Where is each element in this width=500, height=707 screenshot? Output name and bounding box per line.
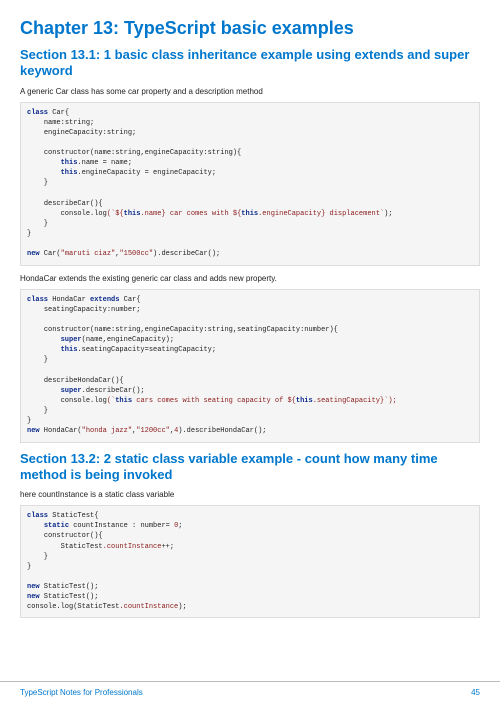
t: (name:string,engineCapacity:string,seati… xyxy=(90,326,338,334)
kw-super: super xyxy=(61,387,82,395)
t: (name:string,engineCapacity:string){ xyxy=(90,149,241,157)
t: .seatingCapacity xyxy=(77,346,144,354)
t: StaticTest{ xyxy=(48,512,98,520)
kw-this: this xyxy=(61,169,78,177)
t: name xyxy=(44,119,61,127)
t: cars comes with seating capacity of xyxy=(132,397,287,405)
t: constructor xyxy=(44,532,90,540)
t: constructor xyxy=(44,326,90,334)
t: console.log xyxy=(27,603,73,611)
section1-intro2: HondaCar extends the existing generic ca… xyxy=(20,274,480,283)
t: .name} xyxy=(140,210,165,218)
code-block-static: class StaticTest{ static countInstance :… xyxy=(20,505,480,618)
t: (StaticTest xyxy=(73,603,119,611)
t: = engineCapacity; xyxy=(140,169,216,177)
section-heading-1: Section 13.1: 1 basic class inheritance … xyxy=(20,47,480,80)
t: this xyxy=(115,397,132,405)
t: ); xyxy=(178,603,186,611)
t: StaticTest(); xyxy=(40,583,99,591)
str: "1200cc" xyxy=(136,427,170,435)
t: ).describeHondaCar(); xyxy=(178,427,266,435)
t: .countInstance xyxy=(119,603,178,611)
t: (`${ xyxy=(107,210,124,218)
t: HondaCar xyxy=(48,296,90,304)
kw-this: this xyxy=(124,210,141,218)
page-footer: TypeScript Notes for Professionals 45 xyxy=(0,681,500,707)
t: Car( xyxy=(40,250,61,258)
str: "maruti ciaz" xyxy=(61,250,116,258)
kw-new: new xyxy=(27,593,40,601)
kw-class: class xyxy=(27,296,48,304)
num: 0 xyxy=(174,522,178,530)
t: : number= xyxy=(132,522,174,530)
t: .engineCapacity xyxy=(77,169,140,177)
t: string xyxy=(65,119,90,127)
t: .countInstance xyxy=(103,543,162,551)
t: (name,engineCapacity); xyxy=(82,336,174,344)
t: string xyxy=(107,129,132,137)
t: .describeCar(); xyxy=(82,387,145,395)
section2-intro: here countInstance is a static class var… xyxy=(20,490,480,499)
kw-this: this xyxy=(61,159,78,167)
kw-static: static xyxy=(44,522,69,530)
t: console.log xyxy=(61,210,107,218)
kw-this: this xyxy=(296,397,313,405)
kw-super: super xyxy=(61,336,82,344)
t: =seatingCapacity; xyxy=(145,346,216,354)
kw-new: new xyxy=(27,427,40,435)
t: seatingCapacity xyxy=(44,306,107,314)
kw-this: this xyxy=(241,210,258,218)
t: ).describeCar(); xyxy=(153,250,220,258)
t: (){ xyxy=(90,532,103,540)
t: describeCar xyxy=(44,200,90,208)
t: .name xyxy=(77,159,98,167)
kw-extends: extends xyxy=(90,296,119,304)
t: ${ xyxy=(287,397,295,405)
t: = name; xyxy=(98,159,132,167)
kw-class: class xyxy=(27,512,48,520)
code-block-hondacar: class HondaCar extends Car{ seatingCapac… xyxy=(20,289,480,443)
kw-class: class xyxy=(27,109,48,117)
t: ++; xyxy=(161,543,174,551)
kw-new: new xyxy=(27,250,40,258)
t: displacement` xyxy=(325,210,384,218)
t: ); xyxy=(384,210,392,218)
t: console.log xyxy=(61,397,107,405)
t: StaticTest xyxy=(61,543,103,551)
t: Car{ xyxy=(119,296,140,304)
t: car comes with xyxy=(166,210,233,218)
str: "1500cc" xyxy=(119,250,153,258)
footer-title: TypeScript Notes for Professionals xyxy=(20,688,143,697)
t: StaticTest(); xyxy=(40,593,99,601)
t: HondaCar( xyxy=(40,427,82,435)
page-number: 45 xyxy=(471,688,480,697)
t: number xyxy=(111,306,136,314)
kw-new: new xyxy=(27,583,40,591)
t: (` xyxy=(107,397,115,405)
t: engineCapacity xyxy=(44,129,103,137)
str: "honda jazz" xyxy=(82,427,132,435)
kw-this: this xyxy=(61,346,78,354)
t: describeHondaCar xyxy=(44,377,111,385)
t: Car{ xyxy=(52,109,69,117)
t: constructor xyxy=(44,149,90,157)
chapter-title: Chapter 13: TypeScript basic examples xyxy=(20,18,480,39)
t: .engineCapacity} xyxy=(258,210,325,218)
section-heading-2: Section 13.2: 2 static class variable ex… xyxy=(20,451,480,484)
t: countInstance xyxy=(69,522,132,530)
section1-intro1: A generic Car class has some car propert… xyxy=(20,87,480,96)
t: .seatingCapacity}`); xyxy=(313,397,397,405)
code-block-car: class Car{ name:string; engineCapacity:s… xyxy=(20,102,480,266)
